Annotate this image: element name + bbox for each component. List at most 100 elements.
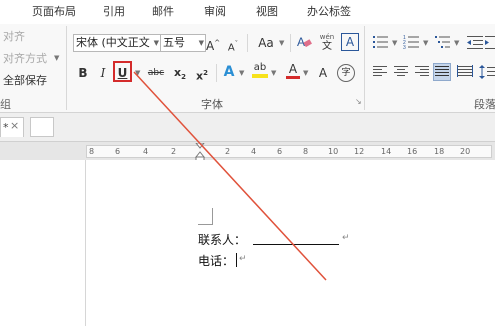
distributed-align-icon bbox=[457, 65, 473, 77]
highlighter-icon: ab bbox=[253, 62, 267, 73]
ruler-number: 2 bbox=[171, 147, 177, 156]
tab-page-layout[interactable]: 页面布局 bbox=[32, 3, 76, 21]
character-shading-button[interactable]: A bbox=[316, 64, 330, 82]
margin-corner-marker bbox=[198, 208, 213, 225]
tab-view[interactable]: 视图 bbox=[256, 3, 278, 21]
chevron-down-icon: ▼ bbox=[454, 39, 460, 47]
ruler-number: 6 bbox=[115, 147, 121, 156]
align-button[interactable]: 对齐 bbox=[3, 28, 25, 44]
grow-font-icon: A bbox=[206, 39, 215, 53]
close-icon[interactable]: × bbox=[10, 119, 19, 132]
group-label-fragment: 组 bbox=[0, 98, 11, 111]
ruler-number: 2 bbox=[225, 147, 231, 156]
line-spacing-button[interactable] bbox=[479, 65, 495, 82]
underline-blank-field[interactable] bbox=[253, 244, 339, 245]
horizontal-ruler[interactable]: 8 6 4 2 2 4 6 8 10 12 14 16 18 20 bbox=[86, 143, 492, 162]
align-center-button[interactable] bbox=[393, 65, 409, 82]
font-size-dropdown[interactable]: 五号 ▼ bbox=[160, 34, 206, 52]
bullet-list-icon bbox=[373, 36, 388, 48]
new-tab-button[interactable] bbox=[30, 117, 54, 137]
multilevel-list-button[interactable] bbox=[434, 34, 452, 53]
font-name-value: 宋体 (中文正文 bbox=[76, 36, 150, 49]
svg-text:3: 3 bbox=[403, 45, 406, 50]
decrease-indent-button[interactable] bbox=[466, 34, 484, 53]
font-color-icon: A bbox=[288, 62, 298, 76]
italic-button[interactable]: I bbox=[96, 64, 110, 82]
font-size-value: 五号 bbox=[163, 36, 185, 49]
tab-mailings[interactable]: 邮件 bbox=[152, 3, 174, 21]
shrink-font-icon: A bbox=[227, 42, 235, 54]
eraser-icon: A bbox=[297, 35, 312, 49]
bullets-button[interactable] bbox=[372, 34, 390, 53]
ribbon-tab-bar: 页面布局 引用 邮件 审阅 视图 办公标签 bbox=[0, 0, 495, 25]
align-mode-button[interactable]: 对齐方式 bbox=[3, 50, 47, 66]
justify-icon bbox=[435, 66, 449, 76]
line-spacing-icon bbox=[479, 65, 495, 79]
paragraph-mark-icon: ↵ bbox=[342, 233, 350, 243]
subscript-button[interactable]: x2 bbox=[172, 64, 188, 82]
subscript-mark: 2 bbox=[181, 73, 186, 82]
enclose-characters-icon: 字 bbox=[341, 68, 351, 78]
align-left-button[interactable] bbox=[372, 65, 388, 82]
text-effects-button[interactable]: A bbox=[222, 63, 236, 81]
align-left-icon bbox=[373, 66, 387, 76]
ruler-number: 6 bbox=[277, 147, 283, 156]
italic-icon: I bbox=[100, 66, 106, 80]
grow-font-button[interactable]: A^ bbox=[206, 34, 220, 53]
document-tab-bar: * × bbox=[0, 113, 495, 142]
underline-button[interactable]: U bbox=[113, 61, 132, 82]
divider bbox=[290, 34, 291, 52]
chevron-down-icon: ▼ bbox=[271, 69, 277, 77]
strikethrough-button[interactable]: abc bbox=[146, 64, 166, 82]
chevron-down-icon: ▼ bbox=[303, 69, 309, 77]
font-name-dropdown[interactable]: 宋体 (中文正文 ▼ bbox=[73, 34, 161, 52]
ruler-number: 4 bbox=[251, 147, 257, 156]
justify-button[interactable] bbox=[433, 63, 451, 81]
chevron-down-icon: ▼ bbox=[239, 69, 245, 77]
font-color-button[interactable]: A bbox=[286, 62, 300, 80]
bold-button[interactable]: B bbox=[76, 64, 90, 82]
superscript-button[interactable]: x2 bbox=[194, 64, 210, 83]
decrease-indent-icon bbox=[467, 36, 483, 49]
ribbon: 对齐 对齐方式 ▼ 全部保存 组 宋体 (中文正文 ▼ 五号 ▼ A^ Aˇ A… bbox=[0, 24, 495, 113]
align-right-button[interactable] bbox=[414, 65, 430, 82]
chevron-down-icon: ▼ bbox=[423, 39, 429, 47]
divider bbox=[216, 64, 217, 82]
phone-label: 电话： bbox=[198, 254, 235, 268]
group-divider bbox=[66, 26, 67, 110]
highlight-color-bar bbox=[252, 74, 268, 78]
clear-formatting-button[interactable]: A bbox=[296, 33, 312, 51]
character-shading-icon: A bbox=[318, 66, 328, 80]
distributed-button[interactable] bbox=[457, 65, 473, 82]
ruler-number: 20 bbox=[460, 147, 471, 156]
save-all-button[interactable]: 全部保存 bbox=[3, 72, 47, 88]
left-gutter bbox=[0, 160, 86, 326]
character-border-button[interactable]: A bbox=[341, 33, 359, 51]
phonetic-guide-button[interactable]: wén 文 bbox=[318, 32, 336, 52]
svg-text:A: A bbox=[297, 35, 305, 49]
group-divider bbox=[364, 26, 365, 110]
phonetic-guide-icon: 文 bbox=[322, 41, 332, 52]
chevron-down-icon: ▼ bbox=[54, 54, 60, 62]
increase-indent-button[interactable] bbox=[484, 34, 495, 53]
font-group-label: 字体 bbox=[201, 98, 223, 111]
superscript-mark: 2 bbox=[203, 69, 208, 77]
numbering-button[interactable]: 1 2 3 bbox=[403, 34, 421, 53]
chevron-down-icon: ▼ bbox=[198, 39, 204, 47]
chevron-down-icon: ▼ bbox=[135, 69, 141, 77]
chevron-down-icon: ▼ bbox=[153, 39, 159, 47]
shrink-font-button[interactable]: Aˇ bbox=[226, 35, 240, 53]
tab-references[interactable]: 引用 bbox=[103, 3, 125, 21]
divider bbox=[247, 34, 248, 52]
ruler-number: 18 bbox=[434, 147, 445, 156]
dialog-launcher-icon[interactable]: ↘ bbox=[355, 97, 362, 106]
bold-icon: B bbox=[78, 66, 88, 80]
document-page[interactable]: 联系人： ↵ 电话： ↵ bbox=[86, 160, 495, 326]
change-case-button[interactable]: Aa bbox=[256, 34, 276, 52]
tab-review[interactable]: 审阅 bbox=[204, 3, 226, 21]
tab-office-tab[interactable]: 办公标签 bbox=[307, 3, 351, 21]
ruler-number: 14 bbox=[381, 147, 392, 156]
chevron-down-icon: ▼ bbox=[392, 39, 398, 47]
highlight-button[interactable]: ab bbox=[252, 62, 268, 80]
enclose-characters-button[interactable]: 字 bbox=[337, 64, 355, 82]
